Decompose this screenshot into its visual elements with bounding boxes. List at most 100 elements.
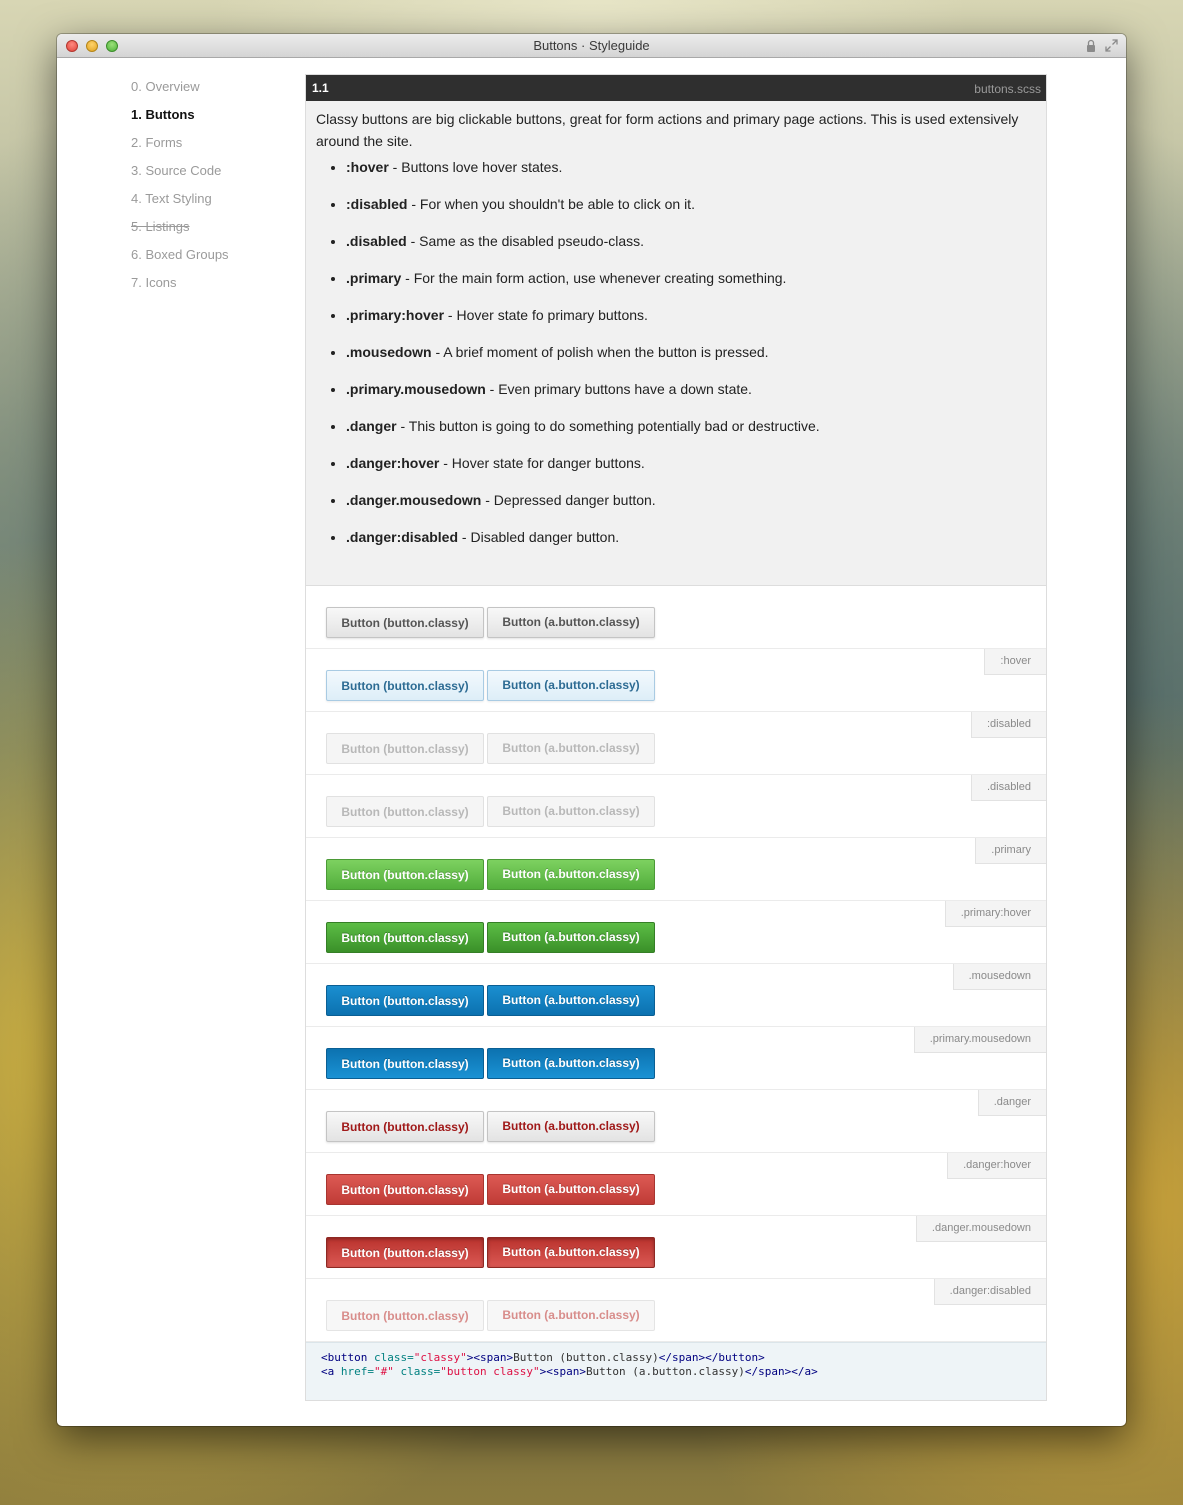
modifier-description: - Hover state for danger buttons.: [439, 455, 645, 471]
classy-button[interactable]: Button (button.classy): [326, 733, 484, 764]
classy-link-button[interactable]: Button (a.button.classy): [487, 1111, 655, 1142]
example-row: .primary:hover Button (button.classy) Butt…: [306, 901, 1046, 964]
modifier-description: - For the main form action, use whenever…: [401, 270, 787, 286]
nav-item[interactable]: 5. Listings: [131, 218, 229, 246]
code-token: href=: [340, 1365, 374, 1378]
modifier-description: - Same as the disabled pseudo-class.: [406, 233, 645, 249]
modifier-tag: .primary:hover: [944, 901, 1046, 927]
nav-item[interactable]: 1. Buttons: [131, 106, 229, 134]
classy-link-button[interactable]: Button (a.button.classy): [487, 733, 655, 764]
section-header: 1.1 buttons.scss: [306, 75, 1046, 101]
nav-item[interactable]: 7. Icons: [131, 274, 229, 302]
example-row: .danger:disabled Button (button.classy) Bu…: [306, 1279, 1046, 1342]
code-token: ><span>: [539, 1365, 586, 1378]
modifier-description: - Depressed danger button.: [481, 492, 656, 508]
modifier-tag: .danger:hover: [947, 1153, 1046, 1179]
examples-list: Button (button.classy) Button (a.button.c…: [306, 586, 1046, 1342]
classy-link-button[interactable]: Button (a.button.classy): [487, 670, 655, 701]
modifier-item: .mousedown - A brief moment of polish wh…: [346, 343, 1036, 380]
nav-item[interactable]: 3. Source Code: [131, 162, 229, 190]
classy-button[interactable]: Button (button.classy): [326, 1300, 484, 1331]
code-sample: <button class="classy"><span>Button (but…: [306, 1342, 1046, 1400]
code-token: Button (button.classy): [513, 1351, 659, 1364]
classy-link-button[interactable]: Button (a.button.classy): [487, 922, 655, 953]
modifier-description: - This button is going to do something p…: [396, 418, 820, 434]
modifier-item: .primary:hover - Hover state fo primary …: [346, 306, 1036, 343]
example-row: .mousedown Button (button.classy) Button (…: [306, 964, 1046, 1027]
description-text: Classy buttons are big clickable buttons…: [316, 111, 1019, 149]
section-number: 1.1: [312, 81, 329, 95]
section-description: Classy buttons are big clickable buttons…: [306, 101, 1046, 586]
window-title: Buttons · Styleguide: [533, 38, 650, 53]
code-line: <a href="#" class="button classy"><span>…: [321, 1365, 1046, 1379]
classy-button[interactable]: Button (button.classy): [326, 922, 484, 953]
code-token: Button (a.button.classy): [585, 1365, 745, 1378]
modifier-tag: .mousedown: [952, 964, 1046, 990]
example-row: :hover Button (button.classy) Button (a.bu…: [306, 649, 1046, 712]
modifier-description: - Hover state fo primary buttons.: [444, 307, 648, 323]
code-token: </span></a>: [744, 1365, 818, 1378]
fullscreen-icon[interactable]: [1105, 39, 1118, 52]
classy-link-button[interactable]: Button (a.button.classy): [487, 607, 655, 638]
section-filename: buttons.scss: [974, 82, 1041, 96]
modifier-tag: .disabled: [970, 775, 1046, 801]
example-row: :disabled Button (button.classy) Button (a…: [306, 712, 1046, 775]
example-row: .danger.mousedown Button (button.classy) B…: [306, 1216, 1046, 1279]
modifier-name: .disabled: [346, 233, 407, 249]
classy-link-button[interactable]: Button (a.button.classy): [487, 1237, 655, 1268]
browser-window: Buttons · Styleguide 0. Overview 1. Butto…: [57, 34, 1126, 1426]
modifier-name: .danger:hover: [346, 455, 440, 471]
code-token: "#": [374, 1365, 394, 1378]
modifier-description: - Buttons love hover states.: [388, 159, 563, 175]
nav-item[interactable]: 4. Text Styling: [131, 190, 229, 218]
modifier-description: - Disabled danger button.: [458, 529, 620, 545]
example-row: .primary.mousedown Button (button.classy)…: [306, 1027, 1046, 1090]
example-row: Button (button.classy) Button (a.button.c…: [306, 586, 1046, 649]
modifier-name: .mousedown: [346, 344, 432, 360]
example-row: .danger:hover Button (button.classy) Butto…: [306, 1153, 1046, 1216]
classy-link-button[interactable]: Button (a.button.classy): [487, 985, 655, 1016]
modifier-tag: :hover: [984, 649, 1046, 675]
classy-link-button[interactable]: Button (a.button.classy): [487, 1174, 655, 1205]
nav-item[interactable]: 0. Overview: [131, 78, 229, 106]
classy-link-button[interactable]: Button (a.button.classy): [487, 859, 655, 890]
classy-button[interactable]: Button (button.classy): [326, 1111, 484, 1142]
styleguide-section: 1.1 buttons.scss Classy buttons are big …: [305, 74, 1047, 1401]
classy-button[interactable]: Button (button.classy): [326, 796, 484, 827]
code-token: </span></button>: [658, 1351, 765, 1364]
modifier-name: .danger.mousedown: [346, 492, 482, 508]
classy-link-button[interactable]: Button (a.button.classy): [487, 1300, 655, 1331]
styleguide-nav: 0. Overview 1. Buttons 2. Forms 3. Source C…: [131, 78, 229, 302]
modifier-name: .danger: [346, 418, 397, 434]
modifier-name: .primary: [346, 270, 402, 286]
classy-button[interactable]: Button (button.classy): [326, 985, 484, 1016]
modifier-name: :disabled: [346, 196, 408, 212]
classy-button[interactable]: Button (button.classy): [326, 1048, 484, 1079]
classy-link-button[interactable]: Button (a.button.classy): [487, 1048, 655, 1079]
classy-button[interactable]: Button (button.classy): [326, 859, 484, 890]
modifier-item: .danger:disabled - Disabled danger butto…: [346, 528, 1036, 565]
example-row: .danger Button (button.classy) Button (a.b…: [306, 1090, 1046, 1153]
classy-button[interactable]: Button (button.classy): [326, 670, 484, 701]
modifier-item: .primary.mousedown - Even primary button…: [346, 380, 1036, 417]
modifier-name: .danger:disabled: [346, 529, 459, 545]
classy-button[interactable]: Button (button.classy): [326, 607, 484, 638]
modifier-description: - For when you shouldn't be able to clic…: [407, 196, 695, 212]
modifier-name: :hover: [346, 159, 389, 175]
modifier-name: .primary.mousedown: [346, 381, 486, 397]
classy-button[interactable]: Button (button.classy): [326, 1174, 484, 1205]
modifier-item: .danger:hover - Hover state for danger b…: [346, 454, 1036, 491]
modifier-description: - A brief moment of polish when the butt…: [431, 344, 769, 360]
code-token: "button classy": [440, 1365, 540, 1378]
code-line: <button class="classy"><span>Button (but…: [321, 1351, 1046, 1365]
modifier-tag: .danger:disabled: [933, 1279, 1046, 1305]
code-token: class=: [373, 1351, 414, 1364]
classy-link-button[interactable]: Button (a.button.classy): [487, 796, 655, 827]
code-token: class=: [393, 1365, 441, 1378]
nav-item[interactable]: 2. Forms: [131, 134, 229, 162]
modifier-name: .primary:hover: [346, 307, 445, 323]
classy-button[interactable]: Button (button.classy): [326, 1237, 484, 1268]
nav-item[interactable]: 6. Boxed Groups: [131, 246, 229, 274]
code-token: <a: [321, 1365, 341, 1378]
modifier-tag: .primary: [975, 838, 1046, 864]
